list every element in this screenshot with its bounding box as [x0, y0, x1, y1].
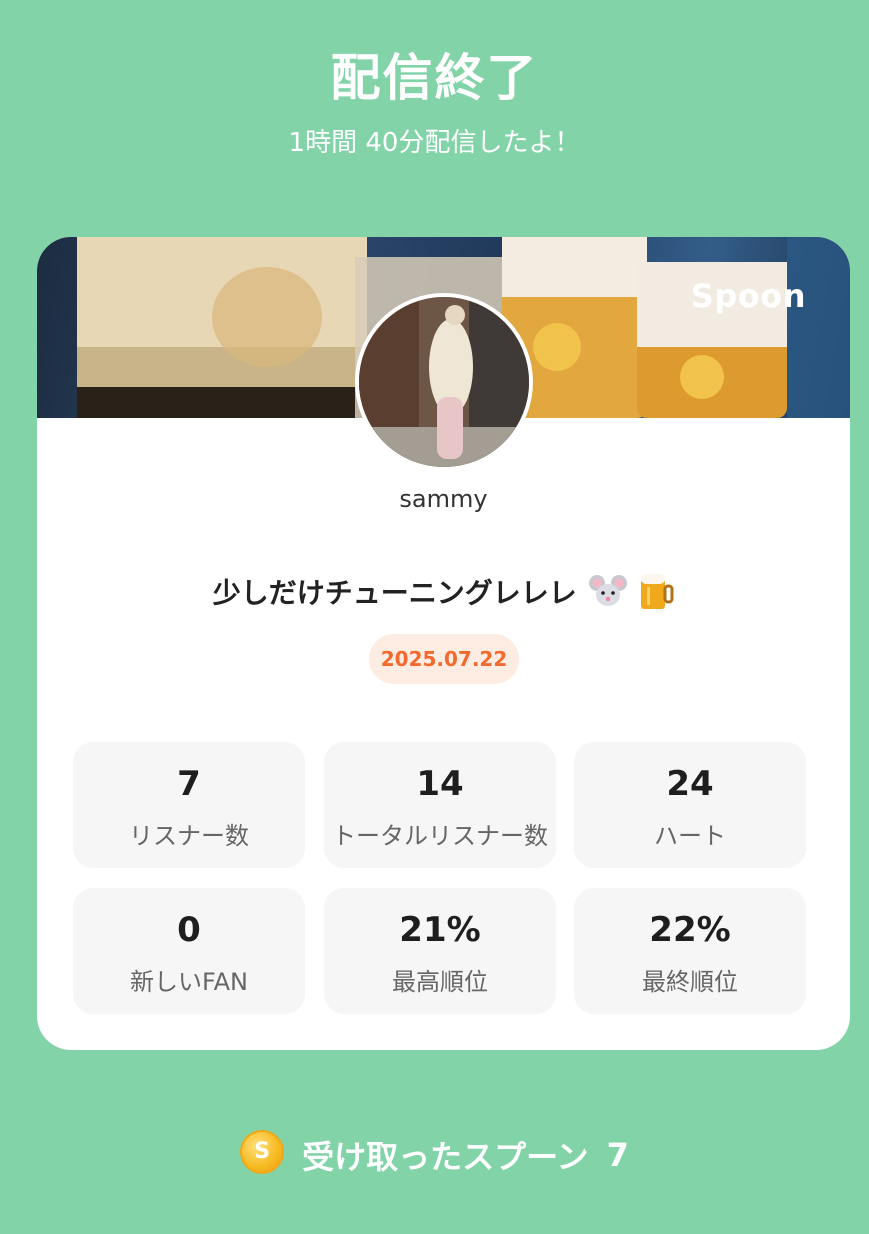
stream-summary-card: Spoon sammy 少しだけチューニングレレレ 2025.07.22 7 リ… — [37, 237, 850, 1050]
stream-title-text: 少しだけチューニングレレレ — [212, 576, 577, 610]
stat-hearts: 24 ハート — [574, 742, 806, 868]
stat-value: 24 — [666, 764, 714, 804]
avatar[interactable] — [355, 293, 533, 471]
stream-title: 少しだけチューニングレレレ — [37, 571, 850, 618]
stat-label: リスナー数 — [129, 822, 249, 850]
stat-value: 22% — [649, 910, 731, 950]
username: sammy — [399, 485, 488, 513]
stream-duration-text: 1時間 40分配信したよ！ — [288, 128, 581, 158]
spoon-logo: Spoon — [690, 277, 806, 315]
stat-label: 新しいFAN — [130, 968, 248, 996]
stat-total-listeners: 14 トータルリスナー数 — [324, 742, 556, 868]
spoons-received: S 受け取ったスプーン 7 — [0, 1130, 869, 1186]
stat-value: 14 — [416, 764, 464, 804]
spoon-coin-icon: S — [240, 1130, 285, 1174]
stream-end-screen: 配信終了 1時間 40分配信したよ！ Spoon sammy 少しだけチューニン… — [0, 0, 869, 1234]
beer-mug-icon — [638, 571, 674, 618]
stat-final-rank: 22% 最終順位 — [574, 888, 806, 1014]
stat-value: 0 — [177, 910, 201, 950]
stat-new-fans: 0 新しいFAN — [73, 888, 305, 1014]
stat-value: 7 — [177, 764, 201, 804]
stat-label: 最終順位 — [642, 968, 738, 996]
stat-label: ハート — [654, 822, 726, 850]
stat-highest-rank: 21% 最高順位 — [324, 888, 556, 1014]
stat-value: 21% — [399, 910, 481, 950]
stat-label: トータルリスナー数 — [332, 822, 548, 850]
mouse-face-icon — [588, 574, 627, 615]
page-title: 配信終了 — [330, 49, 539, 107]
spoons-received-count: 7 — [606, 1136, 629, 1174]
spoons-received-label: 受け取ったスプーン — [302, 1138, 589, 1176]
stat-listeners: 7 リスナー数 — [73, 742, 305, 868]
stat-label: 最高順位 — [392, 968, 488, 996]
stream-date-badge: 2025.07.22 — [369, 634, 519, 684]
